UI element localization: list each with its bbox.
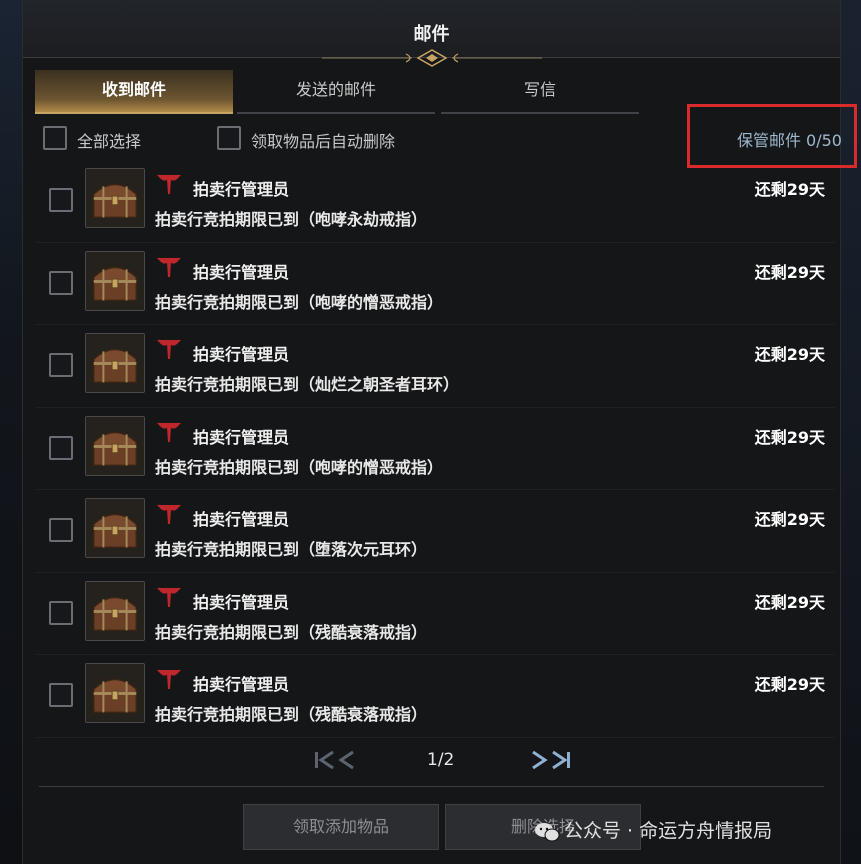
pager-first-prev-group xyxy=(315,750,354,770)
mail-list: 拍卖行管理员 拍卖行竞拍期限已到（咆哮永劫戒指） 还剩29天 拍卖行管理员 拍卖… xyxy=(35,160,835,738)
mail-sender: 拍卖行管理员 xyxy=(193,675,290,694)
window-title: 邮件 xyxy=(413,24,450,45)
mail-subject: 拍卖行竞拍期限已到（咆哮永劫戒指） xyxy=(155,210,428,229)
mail-checkbox[interactable] xyxy=(49,435,73,460)
next-page-icon[interactable] xyxy=(532,750,548,770)
mail-remaining: 还剩29天 xyxy=(754,592,825,612)
mail-checkbox[interactable] xyxy=(49,353,73,377)
mail-row[interactable]: 拍卖行管理员 拍卖行竞拍期限已到（咆哮永劫戒指） 还剩29天 xyxy=(35,160,835,243)
tab-sent[interactable]: 发送的邮件 xyxy=(237,70,435,114)
auction-logo-icon xyxy=(157,587,181,607)
last-page-icon[interactable] xyxy=(552,750,570,770)
background-left xyxy=(0,0,22,864)
storage-count: 保管邮件 0/50 xyxy=(736,131,842,150)
mail-subject: 拍卖行竞拍期限已到（咆哮的憎恶戒指） xyxy=(155,457,444,477)
mail-sender: 拍卖行管理员 xyxy=(193,180,290,199)
mail-sender: 拍卖行管理员 xyxy=(193,262,290,282)
mail-subject: 拍卖行竞拍期限已到（灿烂之朝圣者耳环） xyxy=(155,375,460,394)
select-all-label: 全部选择 xyxy=(77,132,142,151)
mail-row[interactable]: 拍卖行管理员 拍卖行竞拍期限已到（灿烂之朝圣者耳环） 还剩29天 xyxy=(35,325,835,408)
auction-logo-icon xyxy=(157,257,181,277)
mail-row[interactable]: 拍卖行管理员 拍卖行竞拍期限已到（咆哮的憎恶戒指） 还剩29天 xyxy=(35,243,835,325)
first-page-icon[interactable] xyxy=(315,750,334,770)
mail-row[interactable]: 拍卖行管理员 拍卖行竞拍期限已到（残酷衰落戒指） 还剩29天 xyxy=(35,573,835,655)
mail-checkbox[interactable] xyxy=(49,188,73,212)
mail-sender: 拍卖行管理员 xyxy=(193,427,290,447)
treasure-chest-icon xyxy=(85,333,145,393)
mail-subject: 拍卖行竞拍期限已到（残酷衰落戒指） xyxy=(155,622,428,642)
auto-delete-checkbox[interactable] xyxy=(217,126,241,150)
treasure-chest-icon xyxy=(85,168,145,228)
auction-logo-icon xyxy=(157,339,181,359)
select-all-checkbox[interactable] xyxy=(43,126,67,150)
auction-logo-icon xyxy=(157,422,181,442)
mail-window: 邮件 收到邮件 发送的邮件 写信 全部选择 领取物品后自动删除 保管邮件 0/5… xyxy=(22,0,857,864)
storage-highlight: 保管邮件 0/50 xyxy=(687,104,857,168)
mail-checkbox[interactable] xyxy=(49,270,73,295)
header-ornament-icon xyxy=(321,49,542,67)
tab-inbox[interactable]: 收到邮件 xyxy=(35,70,233,114)
pagination: 1/2 xyxy=(23,738,840,782)
mail-sender: 拍卖行管理员 xyxy=(193,345,290,364)
claim-items-button[interactable]: 领取添加物品 xyxy=(243,804,439,850)
auction-logo-icon xyxy=(157,669,181,689)
window-header: 邮件 xyxy=(23,0,840,67)
mail-remaining: 还剩29天 xyxy=(754,510,825,529)
tab-compose[interactable]: 写信 xyxy=(441,70,639,114)
mail-sender: 拍卖行管理员 xyxy=(193,510,290,529)
watermark-text: 公众号 · 命运方舟情报局 xyxy=(564,820,773,842)
mail-sender: 拍卖行管理员 xyxy=(193,592,290,612)
auction-logo-icon xyxy=(157,174,181,194)
mail-remaining: 还剩29天 xyxy=(754,675,825,694)
auto-delete-label: 领取物品后自动删除 xyxy=(251,132,396,151)
page-indicator: 1/2 xyxy=(427,750,455,770)
treasure-chest-icon xyxy=(85,580,145,641)
mail-checkbox[interactable] xyxy=(49,683,73,707)
mail-remaining: 还剩29天 xyxy=(754,262,825,282)
mail-subject: 拍卖行竞拍期限已到（堕落次元耳环） xyxy=(155,540,428,559)
mail-remaining: 还剩29天 xyxy=(754,345,825,364)
treasure-chest-icon xyxy=(85,498,145,558)
mail-row[interactable]: 拍卖行管理员 拍卖行竞拍期限已到（咆哮的憎恶戒指） 还剩29天 xyxy=(35,408,835,490)
treasure-chest-icon xyxy=(85,415,145,476)
mail-remaining: 还剩29天 xyxy=(754,180,825,199)
mail-subject: 拍卖行竞拍期限已到（残酷衰落戒指） xyxy=(155,705,428,724)
mail-row[interactable]: 拍卖行管理员 拍卖行竞拍期限已到（残酷衰落戒指） 还剩29天 xyxy=(35,655,835,738)
prev-page-icon[interactable] xyxy=(338,750,354,770)
mail-remaining: 还剩29天 xyxy=(754,427,825,447)
mail-checkbox[interactable] xyxy=(49,518,73,542)
footer-divider xyxy=(39,786,824,787)
watermark: 公众号 · 命运方舟情报局 xyxy=(534,816,772,843)
treasure-chest-icon xyxy=(85,663,145,723)
mail-checkbox[interactable] xyxy=(49,600,73,625)
auction-logo-icon xyxy=(157,504,181,524)
mail-tabs: 收到邮件 发送的邮件 写信 xyxy=(35,70,639,114)
treasure-chest-icon xyxy=(85,250,145,311)
pager-next-last-group xyxy=(532,750,570,770)
mail-row[interactable]: 拍卖行管理员 拍卖行竞拍期限已到（堕落次元耳环） 还剩29天 xyxy=(35,490,835,573)
wechat-icon xyxy=(535,822,560,841)
mail-subject: 拍卖行竞拍期限已到（咆哮的憎恶戒指） xyxy=(155,292,444,312)
